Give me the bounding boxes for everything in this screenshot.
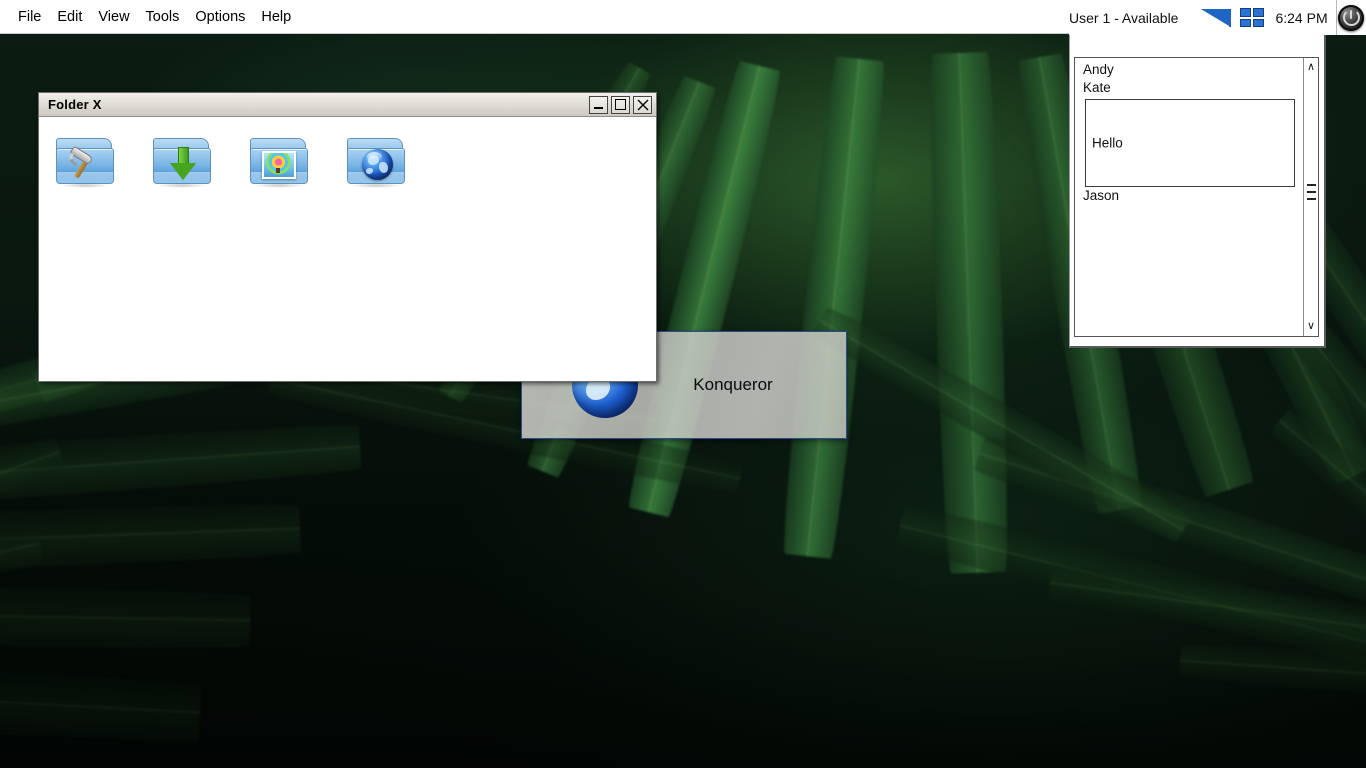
clock-label[interactable]: 6:24 PM (1275, 10, 1327, 26)
contacts-list: Andy Kate Hello Jason (1075, 58, 1303, 336)
message-input-box[interactable]: Hello (1085, 99, 1295, 187)
folder-pictures[interactable] (247, 134, 313, 190)
globe-icon (362, 149, 393, 180)
konqueror-label: Konqueror (693, 375, 773, 394)
menu-tools[interactable]: Tools (138, 7, 188, 27)
scroll-down-icon[interactable]: ∨ (1304, 317, 1318, 334)
scroll-up-icon[interactable]: ∧ (1304, 58, 1318, 75)
menu-view[interactable]: View (90, 7, 137, 27)
close-button[interactable] (633, 95, 652, 114)
scrollbar-thumb-grip[interactable] (1307, 184, 1316, 205)
minimize-button[interactable] (589, 95, 608, 114)
menu-help[interactable]: Help (253, 7, 299, 27)
tray-inner: User 1 - Available 6:24 PM (1069, 0, 1337, 35)
power-button[interactable] (1336, 0, 1366, 35)
desktop: File Edit View Tools Options Help User 1… (0, 0, 1366, 768)
close-icon (637, 99, 648, 110)
contact-item-jason[interactable]: Jason (1083, 187, 1303, 205)
window-controls (589, 95, 652, 114)
hammer-icon (66, 145, 103, 182)
contact-item-kate[interactable]: Kate (1083, 79, 1303, 97)
folder-network[interactable] (344, 134, 410, 190)
menu-edit[interactable]: Edit (49, 7, 90, 27)
maximize-button[interactable] (611, 95, 630, 114)
menu-file[interactable]: File (10, 7, 49, 27)
contacts-list-frame: Andy Kate Hello Jason ∧ ∨ (1074, 57, 1319, 337)
contact-item-andy[interactable]: Andy (1083, 61, 1303, 79)
signal-strength-icon[interactable] (1201, 8, 1232, 27)
folder-development[interactable] (53, 134, 119, 190)
photo-icon (262, 151, 296, 179)
contacts-scrollbar[interactable]: ∧ ∨ (1303, 58, 1318, 336)
menu-options[interactable]: Options (187, 7, 253, 27)
contacts-window: Andy Kate Hello Jason ∧ ∨ (1069, 35, 1326, 348)
grid-squares-icon[interactable] (1240, 8, 1265, 27)
folder-window-titlebar[interactable]: Folder X (39, 93, 656, 117)
down-arrow-icon (170, 147, 196, 181)
folder-downloads[interactable] (150, 134, 216, 190)
folder-window: Folder X (38, 92, 657, 382)
system-tray-panel: User 1 - Available 6:24 PM (1069, 0, 1366, 35)
power-button-icon (1338, 4, 1365, 31)
menu-bar: File Edit View Tools Options Help (0, 0, 1069, 34)
user-status-label: User 1 - Available (1069, 9, 1179, 26)
folder-window-content (39, 118, 656, 381)
folder-window-title: Folder X (48, 97, 102, 112)
message-text: Hello (1092, 135, 1123, 151)
